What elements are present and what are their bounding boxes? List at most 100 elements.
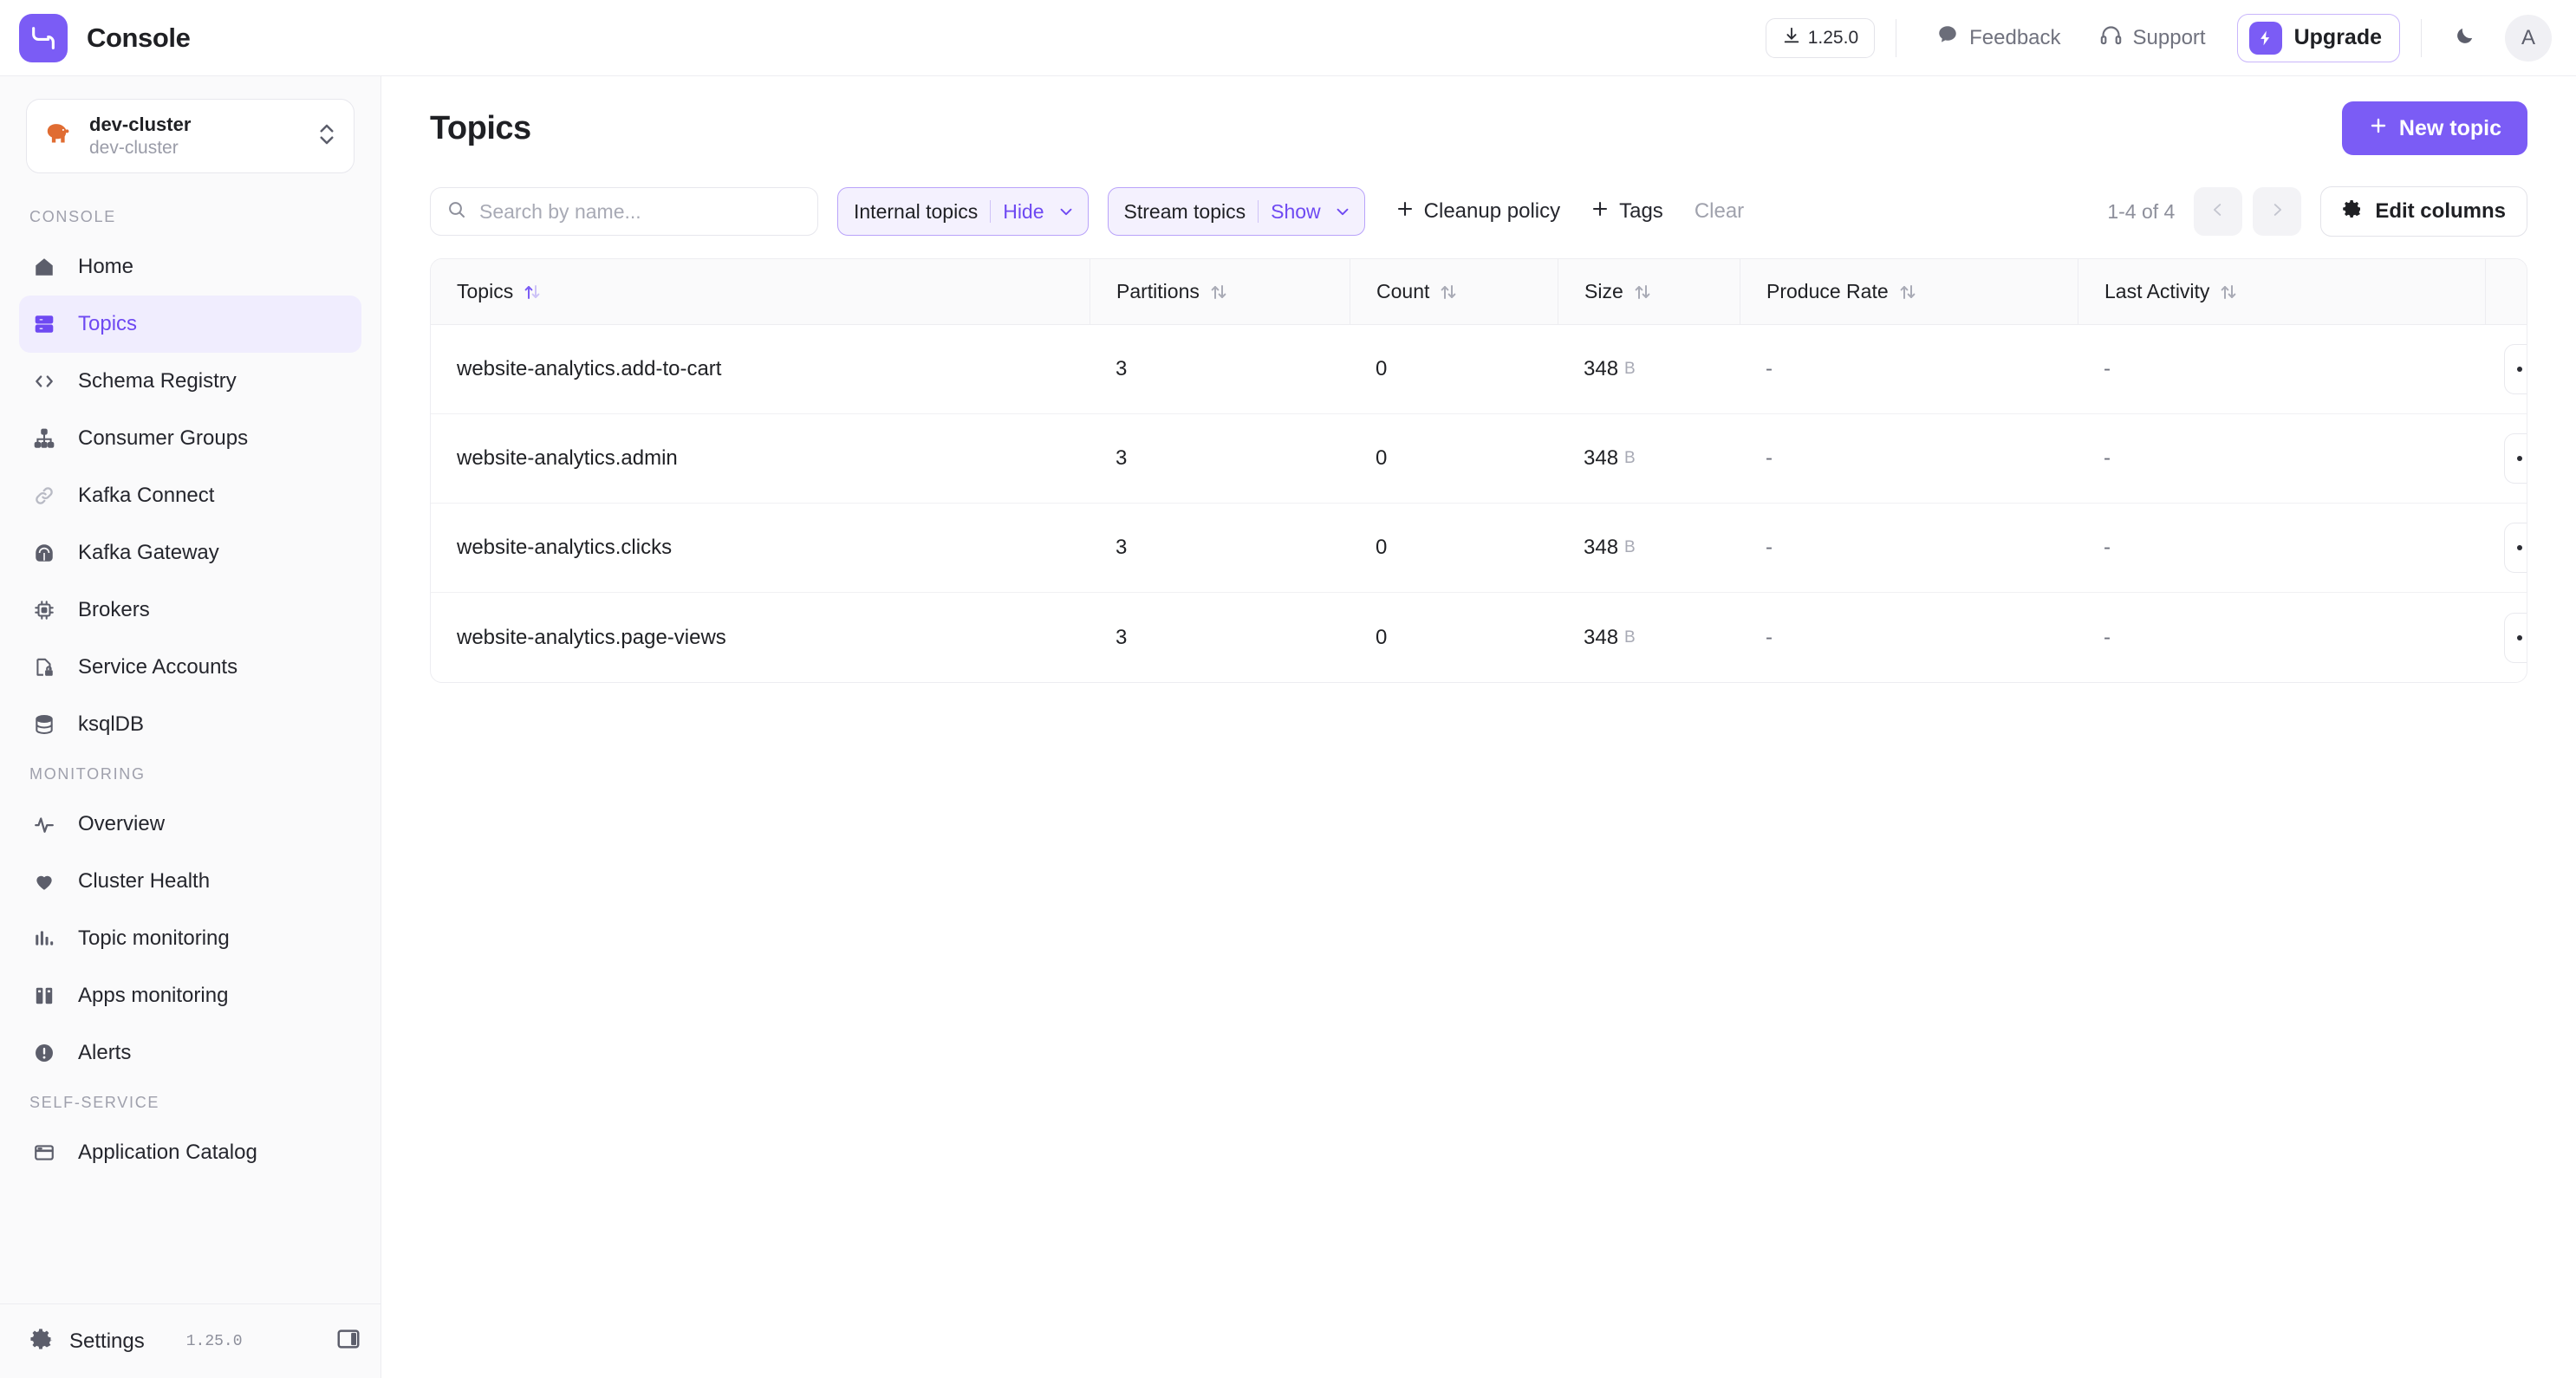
body: dev-cluster dev-cluster CONSOLE Home Top… [0, 76, 2576, 1378]
column-header-label: Count [1376, 280, 1430, 302]
sidebar-item-consumer-groups[interactable]: Consumer Groups [19, 410, 361, 467]
filter-chip-stream-topics[interactable]: Stream topics Show [1107, 187, 1365, 236]
sidebar-item-label: Apps monitoring [78, 984, 229, 1007]
nav-group-self-service-label: SELF-SERVICE [29, 1094, 160, 1111]
column-header-label: Size [1584, 280, 1623, 302]
sidebar-item-label: Home [78, 255, 134, 278]
cell-size-unit: B [1624, 360, 1636, 378]
sort-icon [2220, 283, 2237, 302]
sidebar-item-schema-registry[interactable]: Schema Registry [19, 353, 361, 410]
table-row[interactable]: website-analytics.add-to-cart 3 0 348 B … [431, 325, 2527, 414]
home-icon [29, 256, 59, 278]
sidebar-item-service-accounts[interactable]: Service Accounts [19, 639, 361, 696]
sidebar-item-label: Cluster Health [78, 869, 211, 893]
cell-last-activity: - [2104, 625, 2111, 649]
chip-icon [29, 599, 59, 621]
cell-last-activity: - [2104, 446, 2111, 470]
column-header-produce-rate[interactable]: Produce Rate [1740, 259, 2078, 324]
sidebar-item-ksqldb[interactable]: ksqlDB [19, 696, 361, 753]
sort-icon-active [524, 283, 541, 302]
cell-actions [2485, 504, 2527, 592]
theme-toggle-button[interactable] [2443, 16, 2488, 61]
search-icon [446, 199, 467, 224]
settings-label[interactable]: Settings [69, 1329, 145, 1354]
kebab-menu-icon[interactable] [2504, 523, 2527, 573]
search-input[interactable] [479, 199, 802, 224]
kebab-menu-icon[interactable] [2504, 612, 2527, 663]
cell-actions [2485, 414, 2527, 503]
column-header-last-activity[interactable]: Last Activity [2078, 259, 2485, 324]
pagination-range: 1-4 of 4 [2107, 199, 2176, 223]
add-cleanup-policy-filter[interactable]: Cleanup policy [1395, 187, 1560, 236]
sidebar-item-application-catalog[interactable]: Application Catalog [19, 1124, 361, 1181]
sidebar-item-brokers[interactable]: Brokers [19, 582, 361, 639]
new-topic-button[interactable]: New topic [2341, 101, 2527, 155]
kebab-menu-icon[interactable] [2504, 433, 2527, 484]
column-header-label: Partitions [1116, 280, 1200, 302]
hierarchy-icon [29, 427, 59, 450]
filter-chip-internal-topics[interactable]: Internal topics Hide [837, 187, 1089, 236]
sidebar-item-kafka-connect[interactable]: Kafka Connect [19, 467, 361, 524]
edit-columns-button[interactable]: Edit columns [2320, 186, 2527, 237]
cell-actions [2485, 593, 2527, 682]
sidebar-item-overview[interactable]: Overview [19, 796, 361, 853]
clear-filters-button[interactable]: Clear [1695, 199, 1744, 224]
column-header-actions [2485, 259, 2527, 324]
sidebar-item-kafka-gateway[interactable]: Kafka Gateway [19, 524, 361, 582]
chevron-down-icon [1057, 202, 1076, 221]
add-filter-label: Cleanup policy [1423, 199, 1561, 223]
sidebar-item-alerts[interactable]: Alerts [19, 1024, 361, 1082]
column-header-label: Topics [457, 280, 514, 302]
window-icon [29, 1141, 59, 1164]
gateway-icon [29, 542, 59, 564]
chevron-right-icon [2267, 200, 2287, 224]
table-row[interactable]: website-analytics.clicks 3 0 348 B - - [431, 504, 2527, 593]
chevron-down-icon [1333, 202, 1352, 221]
brand[interactable]: Console [19, 13, 383, 62]
support-button[interactable]: Support [2080, 16, 2225, 61]
plus-icon [1395, 198, 1415, 225]
upgrade-button[interactable]: Upgrade [2236, 13, 2400, 62]
headset-icon [2099, 23, 2123, 53]
sidebar-item-cluster-health[interactable]: Cluster Health [19, 853, 361, 910]
chevron-up-down-icon [317, 121, 336, 152]
search-box[interactable] [430, 187, 818, 236]
pagination-next-button[interactable] [2253, 187, 2302, 236]
column-header-label: Produce Rate [1766, 280, 1889, 302]
support-label: Support [2132, 25, 2206, 49]
cell-size-unit: B [1624, 538, 1636, 556]
panel-toggle-icon[interactable] [335, 1326, 361, 1356]
feedback-button[interactable]: Feedback [1917, 16, 2079, 61]
column-header-topics[interactable]: Topics [431, 259, 1090, 324]
kebab-menu-icon[interactable] [2504, 344, 2527, 394]
avatar[interactable]: A [2505, 14, 2552, 62]
plus-icon [1590, 198, 1610, 225]
add-tags-filter[interactable]: Tags [1590, 187, 1663, 236]
cell-produce-rate: - [1766, 446, 1773, 470]
filter-chip-key: Internal topics [854, 199, 979, 223]
cell-actions [2485, 325, 2527, 413]
cell-topic: website-analytics.page-views [457, 625, 726, 649]
pagination-prev-button[interactable] [2194, 187, 2243, 236]
topics-icon [29, 313, 59, 335]
column-header-label: Last Activity [2104, 280, 2210, 302]
sidebar-item-home[interactable]: Home [19, 238, 361, 296]
column-header-size[interactable]: Size [1558, 259, 1740, 324]
column-header-count[interactable]: Count [1350, 259, 1558, 324]
cell-size-unit: B [1624, 627, 1636, 647]
lightning-bolt-icon [2248, 21, 2282, 55]
column-header-partitions[interactable]: Partitions [1090, 259, 1350, 324]
cluster-selector[interactable]: dev-cluster dev-cluster [26, 99, 355, 173]
version-badge-button[interactable]: 1.25.0 [1765, 17, 1876, 58]
cell-produce-rate: - [1766, 625, 1773, 649]
database-icon [29, 713, 59, 736]
new-topic-label: New topic [2398, 115, 2501, 140]
gear-icon [2342, 198, 2363, 225]
table-row[interactable]: website-analytics.page-views 3 0 348 B -… [431, 593, 2527, 682]
sidebar-item-apps-monitoring[interactable]: Apps monitoring [19, 967, 361, 1024]
sidebar-item-topic-monitoring[interactable]: Topic monitoring [19, 910, 361, 967]
nav-group-console-label: CONSOLE [29, 208, 116, 225]
page-title: Topics [430, 109, 531, 146]
sidebar-item-topics[interactable]: Topics [19, 296, 361, 353]
table-row[interactable]: website-analytics.admin 3 0 348 B - - [431, 414, 2527, 504]
